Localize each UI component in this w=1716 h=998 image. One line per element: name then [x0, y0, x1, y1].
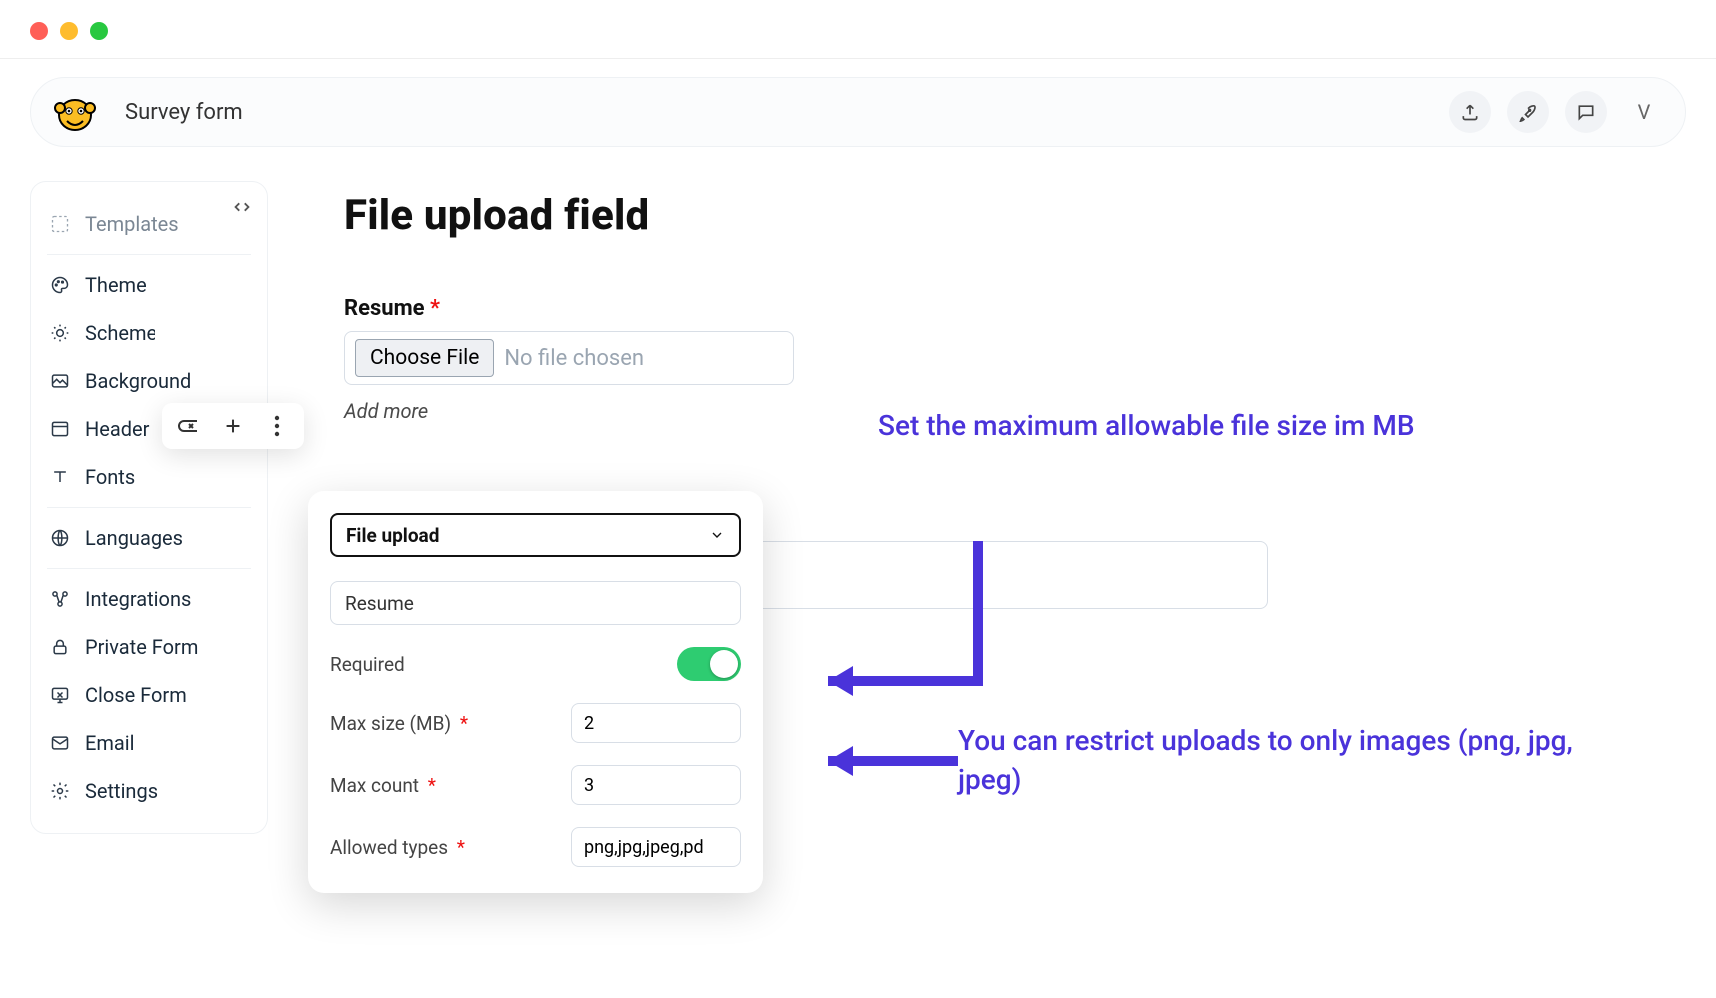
monitor-x-icon — [49, 684, 71, 706]
globe-icon — [49, 527, 71, 549]
sidebar-item-label: Close Form — [85, 683, 187, 707]
sidebar-item-label: Background — [85, 369, 191, 393]
max-count-label: Max count * — [330, 774, 436, 797]
required-label: Required — [330, 653, 405, 676]
add-icon[interactable] — [220, 413, 246, 439]
code-toggle-icon[interactable] — [231, 196, 253, 222]
sidebar-item-email[interactable]: Email — [31, 719, 267, 767]
sidebar-item-label: Integrations — [85, 587, 191, 611]
sidebar-item-private-form[interactable]: Private Form — [31, 623, 267, 671]
more-icon[interactable] — [264, 413, 290, 439]
field-settings-popover: File upload Required Max size (MB) * Max… — [308, 491, 763, 893]
allowed-types-label: Allowed types * — [330, 836, 465, 859]
sidebar-item-label: Scheme — [85, 321, 155, 345]
sidebar-item-label: Theme — [85, 273, 147, 297]
sidebar-item-label: Languages — [85, 526, 183, 550]
image-icon — [49, 370, 71, 392]
choose-file-button[interactable]: Choose File — [355, 339, 494, 377]
divider — [47, 254, 251, 255]
sidebar-item-languages[interactable]: Languages — [31, 514, 267, 562]
file-input-row[interactable]: Choose File No file chosen — [344, 331, 794, 385]
sidebar-item-fonts[interactable]: Fonts — [31, 453, 267, 501]
sidebar-item-label: Email — [85, 731, 135, 755]
max-count-input[interactable] — [571, 765, 741, 805]
required-toggle[interactable] — [677, 647, 741, 681]
sidebar-item-scheme[interactable]: Scheme — [31, 309, 267, 357]
divider — [47, 507, 251, 508]
user-avatar[interactable]: V — [1623, 91, 1665, 133]
gear-icon — [49, 780, 71, 802]
max-size-label: Max size (MB) * — [330, 712, 468, 735]
field-label: Resume * — [344, 296, 1656, 321]
app-header: Survey form V — [30, 77, 1686, 147]
text-icon — [49, 466, 71, 488]
sidebar-item-theme[interactable]: Theme — [31, 261, 267, 309]
mail-icon — [49, 732, 71, 754]
comment-icon[interactable] — [1565, 91, 1607, 133]
integrations-icon — [49, 588, 71, 610]
max-size-input[interactable] — [571, 703, 741, 743]
divider — [0, 58, 1716, 59]
sidebar-item-label: Settings — [85, 779, 158, 803]
annotation-arrow-2 — [798, 741, 978, 781]
sidebar-item-close-form[interactable]: Close Form — [31, 671, 267, 719]
minimize-window-icon[interactable] — [60, 22, 78, 40]
maximize-window-icon[interactable] — [90, 22, 108, 40]
field-quick-toolbar — [162, 403, 304, 449]
chevron-down-icon — [709, 527, 725, 543]
sidebar-item-label: Header — [85, 417, 149, 441]
sidebar-item-settings[interactable]: Settings — [31, 767, 267, 815]
delete-icon[interactable] — [176, 413, 202, 439]
palette-icon — [49, 274, 71, 296]
divider — [47, 568, 251, 569]
lock-icon — [49, 636, 71, 658]
annotation-arrow-1 — [798, 531, 1018, 711]
sidebar-item-label: Private Form — [85, 635, 198, 659]
header-layout-icon — [49, 418, 71, 440]
page-title: File upload field — [344, 191, 1656, 240]
rocket-icon[interactable] — [1507, 91, 1549, 133]
field-name-input[interactable] — [330, 581, 741, 625]
window-controls — [0, 0, 1716, 58]
allowed-types-input[interactable] — [571, 827, 741, 867]
annotation-text-2: You can restrict uploads to only images … — [958, 721, 1578, 799]
close-window-icon[interactable] — [30, 22, 48, 40]
sidebar: Templates Theme Scheme Background H — [30, 181, 268, 834]
field-type-select[interactable]: File upload — [330, 513, 741, 557]
annotation-text-1: Set the maximum allowable file size im M… — [878, 406, 1498, 445]
templates-icon — [49, 213, 71, 235]
sun-icon — [49, 322, 71, 344]
form-canvas: File upload field Resume * Choose File N… — [268, 181, 1716, 834]
sidebar-item-background[interactable]: Background — [31, 357, 267, 405]
sidebar-item-integrations[interactable]: Integrations — [31, 575, 267, 623]
sidebar-item-label: Fonts — [85, 465, 135, 489]
form-title[interactable]: Survey form — [125, 100, 243, 125]
sidebar-item-label: Templates — [85, 212, 179, 236]
app-logo[interactable] — [51, 88, 99, 136]
no-file-text: No file chosen — [504, 346, 644, 371]
upload-icon[interactable] — [1449, 91, 1491, 133]
